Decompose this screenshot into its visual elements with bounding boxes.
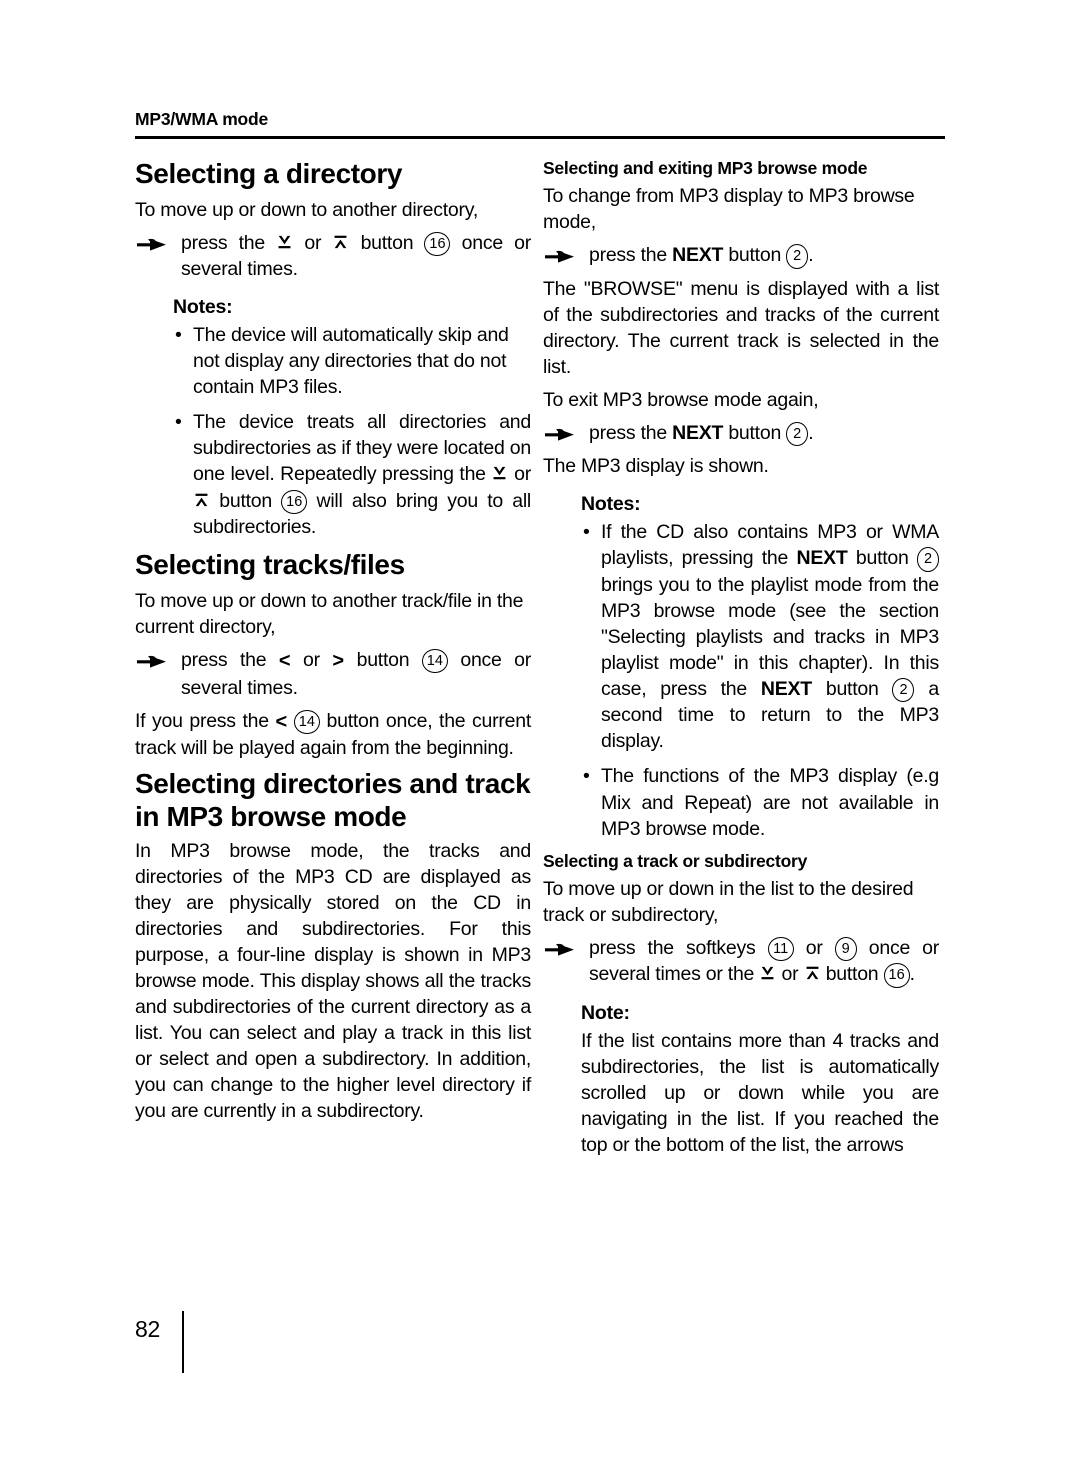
section-heading-selecting-a-directory: Selecting a directory xyxy=(135,158,403,189)
action-text-post: . xyxy=(808,421,814,444)
running-header-title: MP3/WMA mode xyxy=(135,109,269,129)
button-reference-11: 11 xyxy=(767,936,794,962)
bullet-icon: • xyxy=(583,521,590,544)
notes-title: Notes: xyxy=(173,296,233,319)
chevron-left-icon: < xyxy=(278,649,291,672)
action-text-or: or xyxy=(805,936,823,959)
arrow-up-with-bar-icon xyxy=(193,492,210,509)
action-text-mid: or xyxy=(304,231,322,254)
note-block-list-scrolling: Note: If the list contains more than 4 t… xyxy=(543,1002,939,1158)
button-reference-2: 2 xyxy=(917,547,940,572)
left-column: Selecting a directory To move up or down… xyxy=(135,158,531,1131)
pointing-hand-icon xyxy=(545,940,575,958)
button-reference-16: 16 xyxy=(883,963,910,988)
paragraph-mp3-display-shown: The MP3 display is shown. xyxy=(543,455,769,478)
subsection-heading-selecting-track-or-subdirectory: Selecting a track or subdirectory xyxy=(543,850,808,871)
note-text-d: button xyxy=(825,677,879,700)
action-item-press-softkeys: press the softkeys 11 or 9 once or sever… xyxy=(543,935,939,988)
arrow-up-with-bar-icon xyxy=(804,965,821,982)
bullet-icon: • xyxy=(175,411,182,434)
right-column: Selecting and exiting MP3 browse mode To… xyxy=(543,158,939,1158)
action-item-press-leftright-button: press the < or > button 14 once or sever… xyxy=(135,647,531,701)
section-heading-line-2: in MP3 browse mode xyxy=(135,801,407,833)
note-item: • The device will automatically skip and… xyxy=(173,322,531,400)
action-text-or2: or xyxy=(781,963,799,986)
action-text-pre: press the softkeys xyxy=(589,936,756,959)
button-reference-2: 2 xyxy=(786,244,809,269)
paragraph-exit-browse-mode: To exit MP3 browse mode again, xyxy=(543,388,819,411)
key-label-next: NEXT xyxy=(796,547,848,570)
section-heading-selecting-directories-and-track: Selecting directories and track in MP3 b… xyxy=(135,768,531,834)
button-reference-9: 9 xyxy=(834,936,857,962)
arrow-down-with-bar-icon xyxy=(276,234,293,251)
note-text-or: or xyxy=(514,463,531,486)
footer-vertical-rule xyxy=(182,1311,184,1373)
running-header: MP3/WMA mode xyxy=(135,109,945,140)
notes-title: Notes: xyxy=(581,493,641,516)
action-text-post: . xyxy=(909,963,915,986)
intro-text-move-up-down-list: To move up or down in the list to the de… xyxy=(543,877,914,926)
action-text-pre: press the xyxy=(589,244,667,267)
action-text-button-word: button xyxy=(360,231,414,254)
action-text-button-word: button xyxy=(728,421,782,444)
action-text-button-word: button xyxy=(825,963,879,986)
key-label-next: NEXT xyxy=(672,244,724,267)
button-reference-16: 16 xyxy=(424,231,451,257)
note-text: The functions of the MP3 display (e.g Mi… xyxy=(601,765,939,840)
action-item-press-next-button: press the NEXT button 2. xyxy=(543,242,939,269)
arrow-down-with-bar-icon xyxy=(759,965,776,982)
note-item: • The device treats all directories and … xyxy=(173,409,531,540)
button-reference-2: 2 xyxy=(892,677,915,703)
paragraph-text-a: If you press the xyxy=(135,709,269,732)
intro-text-selecting-tracks-files: To move up or down to another track/file… xyxy=(135,589,524,638)
section-heading-line-1: Selecting directories and track xyxy=(135,768,531,800)
note-text-part-a: The device treats all directories and su… xyxy=(193,411,531,486)
intro-text-selecting-a-directory: To move up or down to another directory, xyxy=(135,198,478,221)
section-heading-selecting-tracks-files: Selecting tracks/files xyxy=(135,549,405,581)
action-text-post: . xyxy=(808,244,814,267)
button-reference-14: 14 xyxy=(293,709,320,735)
note-title: Note: xyxy=(581,1001,630,1024)
button-reference-16: 16 xyxy=(281,489,308,514)
pointing-hand-icon xyxy=(137,235,167,253)
header-rule xyxy=(135,136,945,140)
note-item: • The functions of the MP3 display (e.g … xyxy=(581,763,939,841)
button-reference-2: 2 xyxy=(786,421,809,447)
action-text-button-word: button xyxy=(728,244,782,267)
intro-text-change-to-browse-mode: To change from MP3 display to MP3 browse… xyxy=(543,185,915,234)
paragraph-mp3-browse-mode-description: In MP3 browse mode, the tracks and direc… xyxy=(135,839,531,1123)
pointing-hand-icon xyxy=(137,652,167,670)
paragraph-press-left-once: If you press the < 14 button once, the c… xyxy=(135,708,531,762)
page-number: 82 xyxy=(135,1316,160,1342)
arrow-up-with-bar-icon xyxy=(332,234,349,251)
notes-block-browse-mode: Notes: • If the CD also contains MP3 or … xyxy=(543,493,939,841)
manual-page: MP3/WMA mode Selecting a directory To mo… xyxy=(0,0,1080,1460)
key-label-next: NEXT xyxy=(672,421,724,444)
action-text-pre: press the xyxy=(589,421,667,444)
key-label-next: NEXT xyxy=(760,677,812,700)
bullet-icon: • xyxy=(175,324,182,347)
chevron-right-icon: > xyxy=(332,649,345,672)
action-item-press-updown-button: press the or button 16 once or several t… xyxy=(135,230,531,283)
chevron-left-icon: < xyxy=(275,710,288,733)
note-text-button-word: button xyxy=(219,489,272,512)
note-item: • If the CD also contains MP3 or WMA pla… xyxy=(581,519,939,754)
note-text: The device will automatically skip and n… xyxy=(193,324,509,399)
note-text: If the list contains more than 4 tracks … xyxy=(581,1029,939,1156)
button-reference-14: 14 xyxy=(421,648,448,674)
action-text-mid: or xyxy=(303,648,320,671)
note-text-b: button xyxy=(855,547,909,570)
action-text-pre: press the xyxy=(181,231,265,254)
notes-block-selecting-a-directory: Notes: • The device will automatically s… xyxy=(135,296,531,540)
bullet-icon: • xyxy=(583,765,590,788)
action-text-pre: press the xyxy=(181,648,267,671)
action-item-press-next-button-exit: press the NEXT button 2. xyxy=(543,420,939,447)
pointing-hand-icon xyxy=(545,425,575,443)
arrow-down-with-bar-icon xyxy=(491,465,508,482)
pointing-hand-icon xyxy=(545,247,575,265)
paragraph-browse-menu-displayed: The "BROWSE" menu is displayed with a li… xyxy=(543,277,939,378)
subsection-heading-selecting-exiting-browse-mode: Selecting and exiting MP3 browse mode xyxy=(543,158,868,178)
action-text-button-word: button xyxy=(356,648,410,671)
